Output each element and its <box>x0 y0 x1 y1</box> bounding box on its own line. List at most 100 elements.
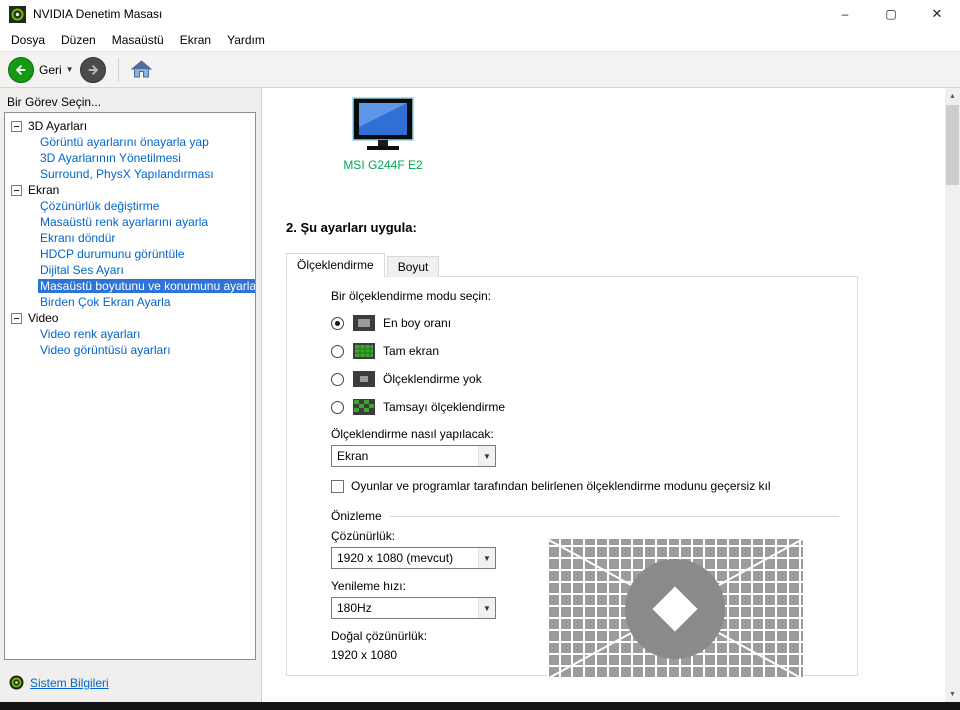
tree-item-cozunurluk[interactable]: Çözünürlük değiştirme <box>11 198 253 214</box>
system-info-link[interactable]: Sistem Bilgileri <box>30 676 109 690</box>
collapse-icon[interactable] <box>11 312 22 324</box>
tree-item-ekrani-dondur[interactable]: Ekranı döndür <box>11 230 253 246</box>
refresh-rate-label: Yenileme hızı: <box>331 579 406 593</box>
preview-section-header: Önizleme <box>331 509 839 523</box>
titlebar: NVIDIA Denetim Masası – ▢ ✕ <box>0 0 960 28</box>
radio-button-integer-scaling[interactable] <box>331 400 344 414</box>
radio-row-integer-scaling[interactable]: Tamsayı ölçeklendirme <box>331 397 839 417</box>
test-pattern-graphic <box>547 539 803 679</box>
tree-item-hdcp[interactable]: HDCP durumunu görüntüle <box>11 246 253 262</box>
vertical-scrollbar[interactable]: ▲ ▼ <box>945 88 960 702</box>
radio-row-fullscreen[interactable]: Tam ekran <box>331 341 839 361</box>
nvidia-control-panel-window: NVIDIA Denetim Masası – ▢ ✕ Dosya Düzen … <box>0 0 960 710</box>
perform-on-label: Ölçeklendirme nasıl yapılacak: <box>331 427 494 441</box>
tree-group-3d-ayarlari[interactable]: 3D Ayarları <box>11 118 253 134</box>
forward-button[interactable] <box>79 56 106 83</box>
display-device[interactable]: MSI G244F E2 <box>333 97 433 172</box>
refresh-rate-value: 180Hz <box>337 601 372 615</box>
tree-item-masaustu-boyut-konum[interactable]: Masaüstü boyutunu ve konumunu ayarla <box>11 278 255 294</box>
settings-tabs: Ölçeklendirme Boyut <box>286 253 441 277</box>
radio-row-no-scaling[interactable]: Ölçeklendirme yok <box>331 369 839 389</box>
monitor-icon <box>352 97 414 150</box>
sidebar-header: Bir Görev Seçin... <box>7 95 102 109</box>
tree-item-3d-yonetim[interactable]: 3D Ayarlarının Yönetilmesi <box>11 150 253 166</box>
menubar: Dosya Düzen Masaüstü Ekran Yardım <box>0 28 960 51</box>
menu-yardim[interactable]: Yardım <box>219 30 273 50</box>
scroll-down-icon[interactable]: ▼ <box>945 686 960 702</box>
arrow-left-icon <box>15 64 26 75</box>
override-label: Oyunlar ve programlar tarafından belirle… <box>351 479 771 493</box>
menu-dosya[interactable]: Dosya <box>3 30 53 50</box>
fullscreen-icon <box>353 343 375 359</box>
radio-label: Ölçeklendirme yok <box>383 372 482 386</box>
task-tree: 3D Ayarları Görüntü ayarlarını önayarla … <box>4 112 256 660</box>
perform-on-select[interactable]: Ekran ▼ <box>331 445 496 467</box>
scaling-mode-group: En boy oranı Tam ekran Ölçeklendirme yok… <box>331 313 839 417</box>
tab-olceklendirme[interactable]: Ölçeklendirme <box>286 253 385 277</box>
radio-button-aspect-ratio[interactable] <box>331 316 344 330</box>
scroll-up-icon[interactable]: ▲ <box>945 88 960 104</box>
tree-item-dijital-ses[interactable]: Dijital Ses Ayarı <box>11 262 253 278</box>
system-info-row: Sistem Bilgileri <box>9 675 109 690</box>
back-button-label[interactable]: Geri <box>39 63 62 77</box>
back-button[interactable] <box>8 56 34 83</box>
arrow-right-icon <box>88 64 98 75</box>
native-resolution-label: Doğal çözünürlük: <box>331 629 428 643</box>
tree-group-video[interactable]: Video <box>11 310 253 326</box>
resolution-value: 1920 x 1080 (mevcut) <box>337 551 454 565</box>
preview-title: Önizleme <box>331 509 382 523</box>
radio-button-fullscreen[interactable] <box>331 344 344 358</box>
task-sidebar: Bir Görev Seçin... 3D Ayarları Görüntü a… <box>0 88 262 702</box>
override-checkbox[interactable] <box>331 479 344 493</box>
collapse-icon[interactable] <box>11 120 22 132</box>
tree-item-surround-physx[interactable]: Surround, PhysX Yapılandırması <box>11 166 253 182</box>
close-button[interactable]: ✕ <box>914 0 960 28</box>
no-scaling-icon <box>353 371 375 387</box>
integer-scaling-icon <box>353 399 375 415</box>
scaling-panel: Bir ölçeklendirme modu seçin: En boy ora… <box>286 276 858 679</box>
display-name-label: MSI G244F E2 <box>343 158 423 172</box>
maximize-button[interactable]: ▢ <box>868 0 914 28</box>
menu-masaustu[interactable]: Masaüstü <box>104 30 172 50</box>
scrollbar-thumb[interactable] <box>946 105 959 185</box>
radio-label: Tam ekran <box>383 344 440 358</box>
tree-item-video-goruntu[interactable]: Video görüntüsü ayarları <box>11 342 253 358</box>
tree-item-video-renk[interactable]: Video renk ayarları <box>11 326 253 342</box>
preview-section-body: Çözünürlük: 1920 x 1080 (mevcut) ▼ Yenil… <box>331 529 839 679</box>
tree-item-goruntu-onayar[interactable]: Görüntü ayarlarını önayarla yap <box>11 134 253 150</box>
chevron-down-icon[interactable]: ▼ <box>478 598 495 618</box>
radio-button-no-scaling[interactable] <box>331 372 344 386</box>
scaling-preview-image <box>547 539 803 679</box>
tree-item-coklu-ekran[interactable]: Birden Çok Ekran Ayarla <box>11 294 253 310</box>
back-dropdown-caret-icon[interactable]: ▼ <box>66 65 74 74</box>
radio-label: Tamsayı ölçeklendirme <box>383 400 506 414</box>
scaling-mode-prompt: Bir ölçeklendirme modu seçin: <box>331 289 492 303</box>
window-title: NVIDIA Denetim Masası <box>33 7 163 21</box>
toolbar-separator <box>117 57 119 82</box>
menu-ekran[interactable]: Ekran <box>172 30 219 50</box>
chevron-down-icon[interactable]: ▼ <box>478 446 495 466</box>
resolution-label: Çözünürlük: <box>331 529 396 543</box>
nvidia-logo-icon <box>9 5 26 23</box>
minimize-button[interactable]: – <box>822 0 868 28</box>
native-resolution-value: 1920 x 1080 <box>331 648 398 662</box>
refresh-rate-select[interactable]: 180Hz ▼ <box>331 597 496 619</box>
section-divider <box>389 515 839 517</box>
chevron-down-icon[interactable]: ▼ <box>478 548 495 568</box>
window-bottom-edge <box>0 702 960 710</box>
radio-row-aspect-ratio[interactable]: En boy oranı <box>331 313 839 333</box>
section-title: 2. Şu ayarları uygula: <box>286 220 417 235</box>
tree-group-ekran[interactable]: Ekran <box>11 182 253 198</box>
aspect-ratio-icon <box>353 315 375 331</box>
override-checkbox-row[interactable]: Oyunlar ve programlar tarafından belirle… <box>331 479 839 493</box>
radio-label: En boy oranı <box>383 316 452 330</box>
perform-on-value: Ekran <box>337 449 369 463</box>
tree-item-renk-ayarlari[interactable]: Masaüstü renk ayarlarını ayarla <box>11 214 253 230</box>
home-icon[interactable] <box>130 60 152 79</box>
collapse-icon[interactable] <box>11 184 22 196</box>
resolution-select[interactable]: 1920 x 1080 (mevcut) ▼ <box>331 547 496 569</box>
tab-boyut[interactable]: Boyut <box>386 256 440 277</box>
system-info-icon <box>9 675 24 690</box>
navigation-toolbar: Geri ▼ <box>0 51 960 88</box>
menu-duzen[interactable]: Düzen <box>53 30 104 50</box>
